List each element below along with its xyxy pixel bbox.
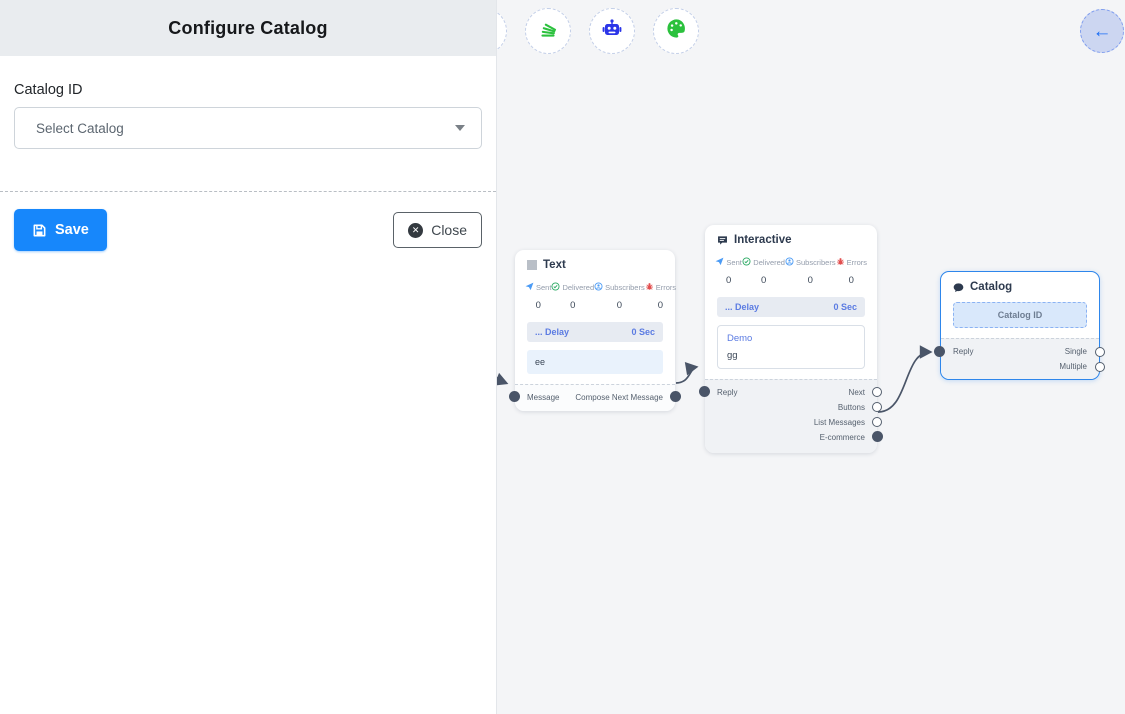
stat-value: 0 bbox=[836, 275, 867, 286]
input-handle-reply[interactable] bbox=[699, 386, 710, 397]
output-port-single: Single bbox=[1065, 347, 1087, 355]
interactive-icon bbox=[717, 235, 728, 246]
stat-value: 0 bbox=[525, 300, 551, 311]
toolbar-button-hidden[interactable] bbox=[497, 8, 507, 54]
input-port-label: Message bbox=[527, 393, 559, 402]
node-text-footer: Message Compose Next Message bbox=[515, 384, 675, 411]
page-title: Configure Catalog bbox=[168, 18, 327, 39]
robot-icon bbox=[600, 17, 624, 46]
text-icon bbox=[527, 260, 537, 270]
subscribers-icon bbox=[785, 257, 794, 268]
stat-subscribers: Subscribers 0 bbox=[785, 257, 836, 286]
catalog-id-button[interactable]: Catalog ID bbox=[953, 302, 1087, 328]
panel-header: Configure Catalog bbox=[0, 0, 496, 56]
sent-icon bbox=[525, 282, 534, 293]
stat-errors: Errors 0 bbox=[836, 257, 867, 286]
arrow-left-icon: ← bbox=[1093, 22, 1112, 41]
errors-icon bbox=[645, 282, 654, 293]
delivered-icon bbox=[742, 257, 751, 268]
card-title: Demo bbox=[727, 333, 855, 344]
stat-delivered: Delivered 0 bbox=[551, 282, 594, 311]
stat-errors: Errors 0 bbox=[645, 282, 676, 311]
node-interactive[interactable]: Interactive Sent 0 Delivered 0 Subscribe… bbox=[705, 225, 877, 453]
output-handle-next[interactable] bbox=[872, 387, 882, 397]
message-preview[interactable]: ee bbox=[527, 350, 663, 374]
output-handle-single[interactable] bbox=[1095, 347, 1105, 357]
save-icon bbox=[32, 223, 47, 238]
node-catalog[interactable]: Catalog Catalog ID Reply Single Multiple bbox=[940, 271, 1100, 380]
configure-panel: Configure Catalog Catalog ID Select Cata… bbox=[0, 0, 497, 714]
delay-value: 0 Sec bbox=[631, 327, 655, 337]
output-port-buttons: Buttons bbox=[838, 403, 865, 411]
input-handle-reply[interactable] bbox=[934, 346, 945, 357]
collapse-panel-button[interactable]: ← bbox=[1080, 9, 1124, 53]
node-title: Text bbox=[543, 259, 566, 271]
stat-value: 0 bbox=[715, 275, 742, 286]
panel-actions: Save ✕ Close bbox=[0, 192, 496, 251]
output-handle-compose-next[interactable] bbox=[670, 391, 681, 402]
node-title: Catalog bbox=[970, 281, 1012, 293]
catalog-select[interactable]: Select Catalog bbox=[14, 107, 482, 149]
save-button-label: Save bbox=[55, 222, 89, 238]
delivered-icon bbox=[551, 282, 560, 293]
catalog-select-value: Select Catalog bbox=[36, 121, 124, 136]
delay-row[interactable]: ... Delay 0 Sec bbox=[717, 297, 865, 317]
node-catalog-header: Catalog bbox=[941, 272, 1099, 293]
delay-label: ... Delay bbox=[725, 302, 759, 312]
output-port-label: Compose Next Message bbox=[575, 393, 663, 402]
delay-label: ... Delay bbox=[535, 327, 569, 337]
stat-sent: Sent 0 bbox=[525, 282, 551, 311]
toolbar-button-bot[interactable] bbox=[589, 8, 635, 54]
input-port-label: Reply bbox=[953, 347, 973, 356]
output-handle-list-messages[interactable] bbox=[872, 417, 882, 427]
close-button[interactable]: ✕ Close bbox=[393, 212, 482, 248]
output-port-ecommerce: E-commerce bbox=[820, 433, 865, 441]
toolbar-button-theme[interactable] bbox=[653, 8, 699, 54]
output-port-next: Next bbox=[849, 388, 865, 396]
stat-value: 0 bbox=[645, 300, 676, 311]
node-interactive-header: Interactive bbox=[705, 225, 877, 246]
errors-icon bbox=[836, 257, 845, 268]
output-handle-ecommerce[interactable] bbox=[872, 431, 883, 442]
stat-sent: Sent 0 bbox=[715, 257, 742, 286]
stat-value: 0 bbox=[594, 300, 645, 311]
layers-icon bbox=[537, 18, 559, 45]
node-title: Interactive bbox=[734, 234, 792, 246]
close-button-label: Close bbox=[431, 222, 467, 238]
chevron-down-icon bbox=[455, 125, 465, 131]
chat-bubble-icon bbox=[953, 282, 964, 293]
stat-delivered: Delivered 0 bbox=[742, 257, 785, 286]
subscribers-icon bbox=[594, 282, 603, 293]
node-text[interactable]: Text Sent 0 Delivered 0 Subscribers 0 Er… bbox=[515, 250, 675, 411]
stat-subscribers: Subscribers 0 bbox=[594, 282, 645, 311]
node-text-header: Text bbox=[515, 250, 675, 271]
save-button[interactable]: Save bbox=[14, 209, 107, 251]
delay-value: 0 Sec bbox=[833, 302, 857, 312]
palette-icon bbox=[665, 17, 688, 45]
node-text-stats: Sent 0 Delivered 0 Subscribers 0 Errors … bbox=[515, 271, 675, 311]
stat-value: 0 bbox=[551, 300, 594, 311]
toolbar-button-layers[interactable] bbox=[525, 8, 571, 54]
app-root: Configure Catalog Catalog ID Select Cata… bbox=[0, 0, 1125, 714]
close-icon: ✕ bbox=[408, 223, 423, 238]
input-handle-message[interactable] bbox=[509, 391, 520, 402]
input-port-label: Reply bbox=[717, 388, 737, 397]
panel-body: Catalog ID Select Catalog bbox=[0, 56, 496, 149]
node-catalog-footer: Reply Single Multiple bbox=[941, 338, 1099, 379]
catalog-id-label: Catalog ID bbox=[14, 82, 482, 98]
card-body: gg bbox=[727, 350, 855, 361]
flow-canvas[interactable]: ← Text Sent 0 bbox=[497, 0, 1125, 714]
output-handle-buttons[interactable] bbox=[872, 402, 882, 412]
stat-value: 0 bbox=[785, 275, 836, 286]
stat-value: 0 bbox=[742, 275, 785, 286]
node-interactive-stats: Sent 0 Delivered 0 Subscribers 0 Errors … bbox=[705, 246, 877, 286]
delay-row[interactable]: ... Delay 0 Sec bbox=[527, 322, 663, 342]
node-interactive-footer: Reply Next Buttons List Messages E-comme… bbox=[705, 379, 877, 453]
output-port-multiple: Multiple bbox=[1059, 362, 1087, 370]
sent-icon bbox=[715, 257, 724, 268]
interactive-message-card[interactable]: Demo gg bbox=[717, 325, 865, 369]
output-port-list-messages: List Messages bbox=[814, 418, 865, 426]
output-handle-multiple[interactable] bbox=[1095, 362, 1105, 372]
